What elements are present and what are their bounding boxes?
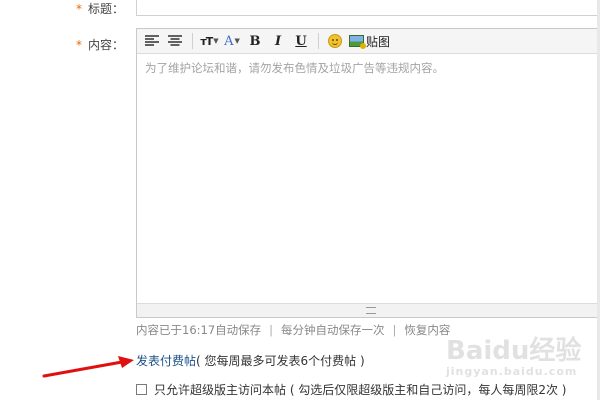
required-mark: *: [75, 2, 82, 16]
title-label-text: 标题：: [87, 2, 124, 16]
chevron-down-icon: ▼: [234, 37, 240, 45]
italic-button[interactable]: I: [269, 31, 287, 51]
align-left-icon[interactable]: [143, 31, 161, 51]
font-size-button[interactable]: тT ▼: [200, 31, 218, 51]
font-color-label: A: [224, 33, 234, 49]
content-label: * 内容：: [76, 36, 124, 53]
watermark-subtext: jingyan.baidu.com: [446, 365, 578, 378]
rich-text-editor: тT ▼ A ▼ B I U 贴图 为了维护论坛和谐，请勿发布色情及垃圾广告等违规内…: [136, 28, 600, 318]
font-size-label: тT: [200, 34, 213, 48]
editor-resize-handle[interactable]: [137, 303, 600, 317]
paid-post-row: 发表付费帖( 您每周最多可发表6个付费帖 ): [136, 352, 365, 369]
paid-post-link[interactable]: 发表付费帖: [136, 354, 196, 368]
moderator-only-checkbox[interactable]: [136, 384, 147, 395]
underline-button[interactable]: U: [292, 31, 310, 51]
resize-grip-icon: [366, 307, 376, 314]
toolbar-divider: [318, 33, 319, 49]
content-label-text: 内容：: [87, 38, 124, 52]
required-mark: *: [75, 38, 82, 52]
restore-content-link[interactable]: 恢复内容: [404, 323, 450, 337]
title-input[interactable]: [136, 0, 600, 16]
moderator-only-label: 只允许超级版主访问本帖 ( 勾选后仅限超级版主和自己访问，每人每周限2次 ): [154, 383, 567, 397]
font-color-button[interactable]: A ▼: [223, 31, 241, 51]
moderator-only-row: 只允许超级版主访问本帖 ( 勾选后仅限超级版主和自己访问，每人每周限2次 ): [136, 381, 566, 398]
status-separator: |: [392, 323, 397, 337]
status-separator: |: [269, 323, 274, 337]
image-icon: [349, 35, 366, 49]
editor-toolbar: тT ▼ A ▼ B I U 贴图: [137, 29, 600, 54]
baidu-watermark: Baidu经验 jingyan.baidu.com: [446, 330, 581, 378]
toolbar-divider: [192, 33, 193, 49]
content-placeholder: 为了维护论坛和谐，请勿发布色情及垃圾广告等违规内容。: [145, 61, 444, 75]
title-label: * 标题：: [76, 0, 124, 17]
autosave-text: 内容已于16:17自动保存: [136, 323, 262, 337]
autosave-interval-text: 每分钟自动保存一次: [281, 323, 385, 337]
paid-post-note: ( 您每周最多可发表6个付费帖 ): [196, 354, 365, 368]
bold-button[interactable]: B: [246, 31, 264, 51]
align-center-icon[interactable]: [166, 31, 184, 51]
emoji-button[interactable]: [326, 31, 344, 51]
autosave-status: 内容已于16:17自动保存 | 每分钟自动保存一次 | 恢复内容: [136, 322, 450, 338]
chevron-down-icon: ▼: [213, 37, 218, 45]
smiley-icon: [328, 34, 342, 48]
insert-image-label: 贴图: [366, 34, 391, 49]
content-textarea[interactable]: 为了维护论坛和谐，请勿发布色情及垃圾广告等违规内容。: [137, 54, 600, 303]
watermark-text: Baidu经验: [446, 336, 582, 366]
annotation-arrow-icon: [42, 356, 134, 378]
insert-image-button[interactable]: 贴图: [349, 31, 390, 51]
